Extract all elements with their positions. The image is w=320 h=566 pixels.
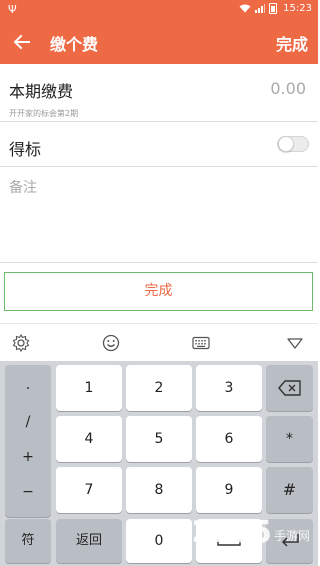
win-bid-label: 得标 — [9, 140, 42, 159]
confirm-button[interactable]: 完成 — [4, 272, 313, 311]
key-hash[interactable]: # — [266, 467, 313, 513]
keyboard-toolbar — [0, 323, 318, 361]
key-9[interactable]: 9 — [196, 467, 262, 513]
status-bar: Ψ 15:23 — [0, 0, 318, 20]
status-icons: 15:23 — [239, 3, 312, 14]
status-time: 15:23 — [283, 3, 312, 14]
watermark-number: 2265 — [191, 515, 271, 550]
remark-input[interactable] — [9, 177, 309, 257]
key-backspace[interactable] — [266, 365, 313, 411]
key-dot[interactable]: . — [5, 377, 51, 393]
symbol-column: . / + − — [5, 365, 51, 517]
gear-icon[interactable] — [11, 333, 31, 353]
payment-row[interactable]: 本期缴费 0.00 开开家的标会第2期 — [0, 64, 318, 122]
key-7[interactable]: 7 — [56, 467, 122, 513]
key-symbols[interactable]: 符 — [5, 519, 51, 563]
back-arrow-icon[interactable] — [12, 32, 32, 52]
numeric-keyboard: . / + − 1 2 3 4 5 6 7 8 9 * # 符 返回 0 226… — [0, 361, 318, 566]
watermark-logo: 2265 手游网 — [191, 515, 310, 550]
page-title: 缴个费 — [50, 35, 99, 54]
remark-area — [0, 168, 318, 263]
battery-icon — [269, 3, 278, 14]
key-slash[interactable]: / — [5, 414, 51, 430]
wifi-icon — [239, 4, 251, 13]
payment-amount-input[interactable]: 0.00 — [270, 79, 306, 98]
key-back[interactable]: 返回 — [56, 519, 122, 563]
header-done-button[interactable]: 完成 — [276, 31, 308, 55]
usb-icon: Ψ — [8, 3, 17, 16]
key-0[interactable]: 0 — [126, 519, 192, 563]
key-3[interactable]: 3 — [196, 365, 262, 411]
payment-subtitle: 开开家的标会第2期 — [9, 109, 79, 118]
key-2[interactable]: 2 — [126, 365, 192, 411]
key-6[interactable]: 6 — [196, 416, 262, 462]
key-minus[interactable]: − — [5, 484, 51, 500]
key-5[interactable]: 5 — [126, 416, 192, 462]
win-bid-row: 得标 — [0, 123, 318, 167]
key-1[interactable]: 1 — [56, 365, 122, 411]
key-4[interactable]: 4 — [56, 416, 122, 462]
toggle-knob — [278, 136, 294, 152]
emoji-icon[interactable] — [101, 333, 121, 353]
collapse-keyboard-icon[interactable] — [285, 333, 305, 353]
backspace-icon — [278, 380, 301, 396]
app-bar: 缴个费 完成 — [0, 20, 318, 64]
payment-label: 本期缴费 — [9, 82, 74, 101]
key-8[interactable]: 8 — [126, 467, 192, 513]
watermark-text: 手游网 — [273, 529, 310, 543]
win-bid-toggle[interactable] — [277, 136, 309, 152]
key-plus[interactable]: + — [5, 449, 51, 465]
key-asterisk[interactable]: * — [266, 416, 313, 462]
keyboard-icon[interactable] — [191, 333, 211, 353]
signal-icon — [255, 4, 266, 13]
